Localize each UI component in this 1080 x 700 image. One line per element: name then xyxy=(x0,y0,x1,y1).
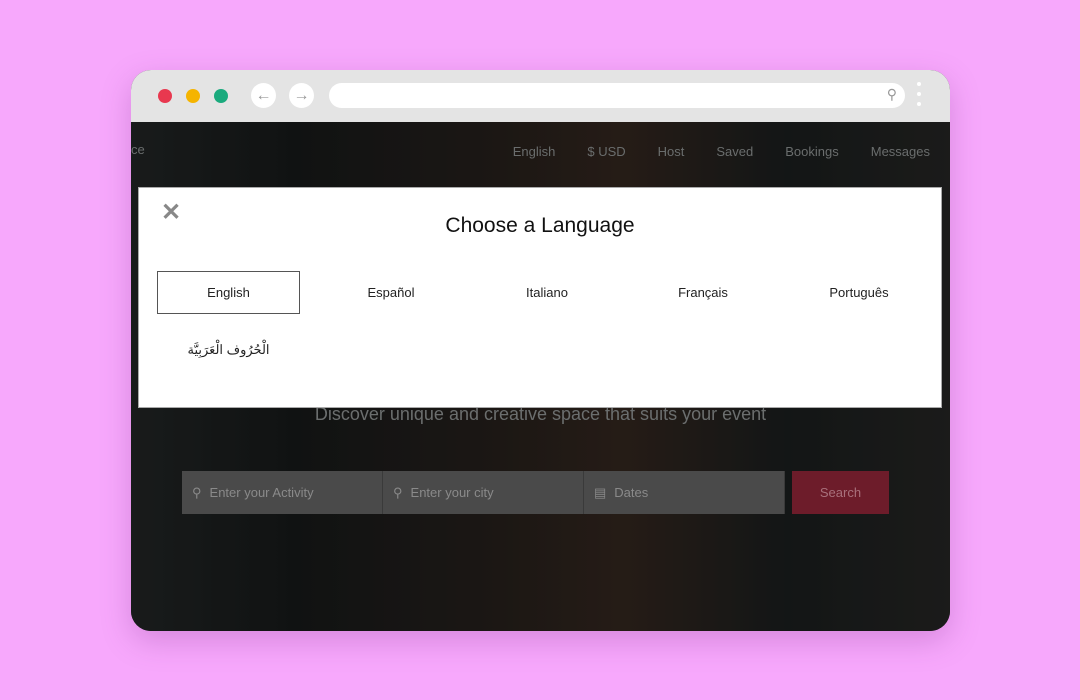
language-modal: ✕ Choose a Language English Español Ital… xyxy=(138,187,942,408)
language-list: English Español Italiano Français Portug… xyxy=(157,271,937,385)
search-icon: ⚲ xyxy=(192,484,202,500)
address-bar[interactable]: ⚲ xyxy=(329,83,905,108)
calendar-icon: ▤ xyxy=(594,484,607,500)
top-nav: English $ USD Host Saved Bookings Messag… xyxy=(513,144,930,159)
language-option-spanish[interactable]: Español xyxy=(313,271,469,314)
location-pin-icon: ⚲ xyxy=(393,484,403,500)
dates-placeholder: Dates xyxy=(614,485,649,500)
page-background: ce English $ USD Host Saved Bookings Mes… xyxy=(131,122,950,631)
forward-arrow-icon[interactable]: → xyxy=(289,83,314,108)
close-window-dot[interactable] xyxy=(158,89,172,103)
dates-input[interactable]: ▤ Dates xyxy=(584,471,785,514)
back-arrow-icon[interactable]: ← xyxy=(251,83,276,108)
language-option-english[interactable]: English xyxy=(157,271,300,314)
search-bar: ⚲ Enter your Activity ⚲ Enter your city ▤ D… xyxy=(182,471,889,514)
nav-currency[interactable]: $ USD xyxy=(587,144,625,159)
city-input[interactable]: ⚲ Enter your city xyxy=(383,471,584,514)
nav-host[interactable]: Host xyxy=(658,144,685,159)
activity-placeholder: Enter your Activity xyxy=(209,485,314,500)
search-button[interactable]: Search xyxy=(792,471,889,514)
nav-language[interactable]: English xyxy=(513,144,556,159)
language-option-portuguese[interactable]: Português xyxy=(781,271,937,314)
activity-input[interactable]: ⚲ Enter your Activity xyxy=(182,471,383,514)
brand-logo[interactable]: ce xyxy=(131,142,145,157)
menu-kebab-icon[interactable] xyxy=(917,82,923,112)
language-option-french[interactable]: Français xyxy=(625,271,781,314)
nav-bookings[interactable]: Bookings xyxy=(785,144,838,159)
maximize-window-dot[interactable] xyxy=(214,89,228,103)
browser-window: ← → ⚲ ce English $ USD Host Saved Bookin… xyxy=(131,70,950,631)
browser-chrome: ← → ⚲ xyxy=(131,70,950,122)
search-icon[interactable]: ⚲ xyxy=(887,86,897,103)
language-option-arabic[interactable]: الْحُرُوف الْعَرَبِيَّة xyxy=(157,328,300,371)
city-placeholder: Enter your city xyxy=(410,485,494,500)
modal-title: Choose a Language xyxy=(445,214,635,237)
language-option-italian[interactable]: Italiano xyxy=(469,271,625,314)
nav-messages[interactable]: Messages xyxy=(871,144,930,159)
minimize-window-dot[interactable] xyxy=(186,89,200,103)
nav-saved[interactable]: Saved xyxy=(716,144,753,159)
